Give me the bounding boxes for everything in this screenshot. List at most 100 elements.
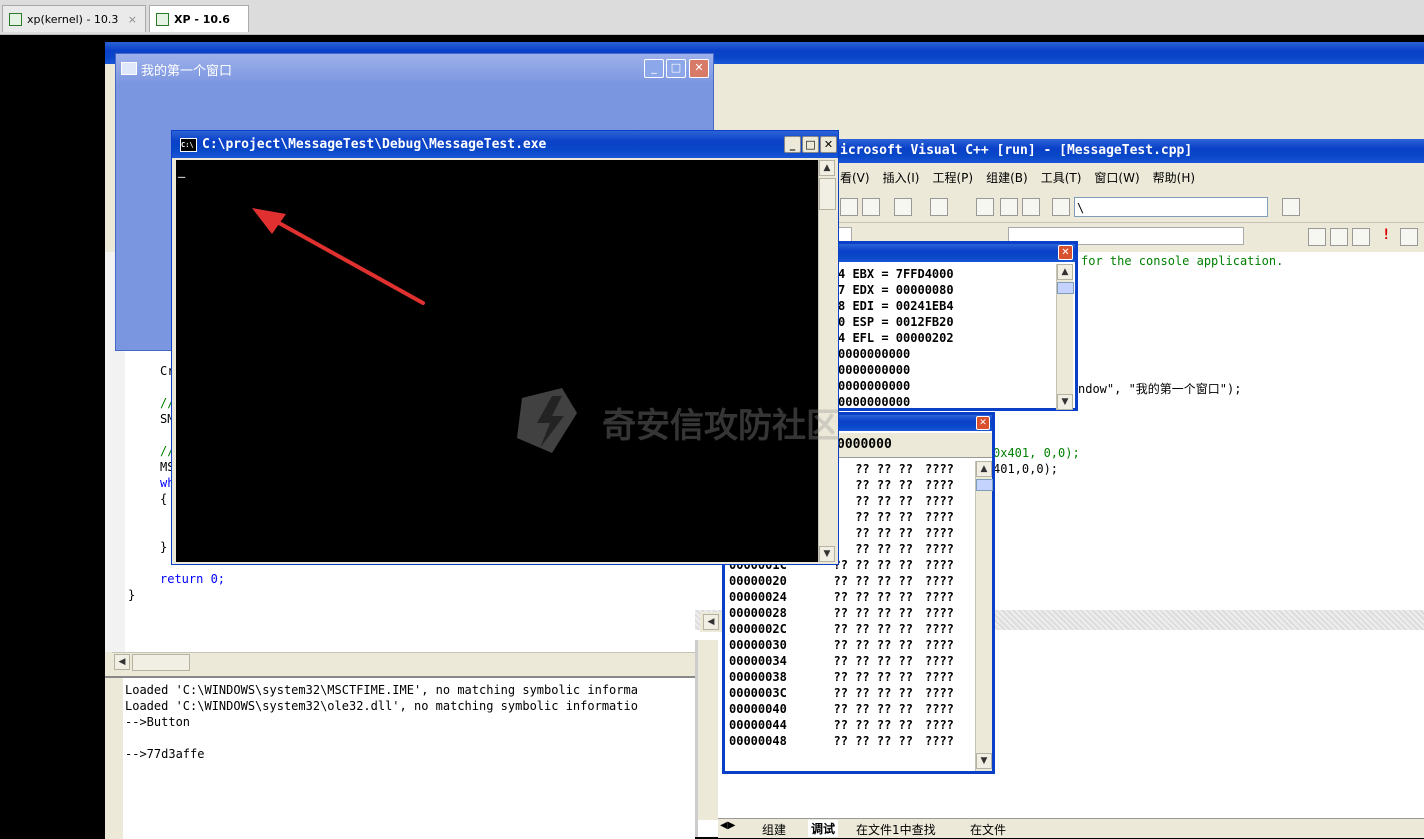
close-icon[interactable]: ✕ xyxy=(976,416,990,430)
console-cursor: _ xyxy=(178,164,186,178)
compile-icon[interactable] xyxy=(1308,228,1326,246)
stop-build-icon[interactable] xyxy=(1352,228,1370,246)
scroll-thumb[interactable] xyxy=(976,479,993,491)
maximize-icon[interactable]: □ xyxy=(666,59,686,78)
memory-address: 00000040 xyxy=(729,702,787,716)
paste-icon[interactable] xyxy=(862,198,880,216)
code-line-comment: for the console application. xyxy=(1081,254,1284,268)
memory-address: 0000003C xyxy=(729,686,787,700)
menu-insert[interactable]: 插入(I) xyxy=(883,171,920,185)
console-scrollbar[interactable]: ▲ ▼ xyxy=(818,160,836,562)
host-tab-xp-kernel[interactable]: xp(kernel) - 10.3 × xyxy=(2,5,146,32)
menu-project[interactable]: 工程(P) xyxy=(932,171,973,185)
vc-toolbar-1: \ xyxy=(838,192,1424,223)
console-window[interactable]: C:\ C:\project\MessageTest\Debug\Message… xyxy=(171,130,839,565)
host-tab-xp[interactable]: XP - 10.6 xyxy=(149,5,249,32)
memory-ascii: ???? xyxy=(925,590,954,604)
memory-ascii: ???? xyxy=(925,702,954,716)
scroll-left-icon[interactable]: ◀ xyxy=(703,614,719,630)
find-icon[interactable] xyxy=(1282,198,1300,216)
output-line: -->Button xyxy=(125,715,191,729)
memory-bytes: ?? ?? ?? ?? xyxy=(833,606,913,620)
minimize-icon[interactable]: _ xyxy=(644,59,664,78)
find-combo[interactable]: \ xyxy=(1074,197,1268,217)
workspace-icon[interactable] xyxy=(976,198,994,216)
vc-title: icrosoft Visual C++ [run] - [MessageTest… xyxy=(840,143,1193,158)
find-in-files-icon[interactable] xyxy=(1052,198,1070,216)
memory-row: 0000003C ?? ?? ?? ?????? xyxy=(729,685,954,701)
memory-ascii: ???? xyxy=(925,718,954,732)
memory-address-input[interactable]: 0000000 xyxy=(837,437,892,453)
memory-address: 00000030 xyxy=(729,638,787,652)
register-row: 0000000000 xyxy=(838,363,911,377)
memory-ascii: ???? xyxy=(925,462,954,476)
scroll-thumb[interactable] xyxy=(819,178,836,210)
registers-window: ✕ 4 EBX = 7FFD4000 7 EDX = 00000080 8 ED… xyxy=(838,241,1078,411)
output-icon[interactable] xyxy=(1000,198,1018,216)
memory-bytes: ?? ?? ?? ?? xyxy=(833,734,913,748)
close-icon[interactable]: ✕ xyxy=(820,136,837,153)
memory-ascii: ???? xyxy=(925,574,954,588)
scroll-up-icon[interactable]: ▲ xyxy=(976,461,992,477)
memory-row: 00000034 ?? ?? ?? ?????? xyxy=(729,653,954,669)
scroll-left-icon[interactable]: ◀ xyxy=(114,654,130,670)
build-icon[interactable] xyxy=(1330,228,1348,246)
memory-row: 00000040 ?? ?? ?? ?????? xyxy=(729,701,954,717)
maximize-icon[interactable]: □ xyxy=(802,136,819,153)
memory-address: 00000020 xyxy=(729,574,787,588)
close-icon[interactable]: ✕ xyxy=(689,59,709,78)
go-icon[interactable] xyxy=(1400,228,1418,246)
tab-debug[interactable]: 调试 xyxy=(808,820,839,837)
tab-find-in-files-2[interactable]: 在文件 xyxy=(970,821,1006,838)
memory-ascii: ???? xyxy=(925,622,954,636)
menu-build[interactable]: 组建(B) xyxy=(986,171,1028,185)
vc-menubar: 看(V) 插入(I) 工程(P) 组建(B) 工具(T) 窗口(W) 帮助(H) xyxy=(838,166,1424,190)
memory-bytes: ?? ?? ?? ?? xyxy=(833,590,913,604)
code-line-comment2: 0x401, 0,0); xyxy=(993,446,1080,460)
copy-icon[interactable] xyxy=(840,198,858,216)
memory-row: 0000002C ?? ?? ?? ?????? xyxy=(729,621,954,637)
output-right-gutter xyxy=(698,640,718,820)
memory-scrollbar[interactable]: ▲ ▼ xyxy=(975,461,993,771)
close-icon[interactable]: × xyxy=(128,6,137,33)
tab-find-in-files-1[interactable]: 在文件1中查找 xyxy=(856,821,936,838)
memory-ascii: ???? xyxy=(925,606,954,620)
editor-hscrollbar[interactable]: ◀ xyxy=(112,652,695,671)
memory-row: 00000020 ?? ?? ?? ?????? xyxy=(729,573,954,589)
menu-tools[interactable]: 工具(T) xyxy=(1041,171,1082,185)
menu-help[interactable]: 帮助(H) xyxy=(1153,171,1195,185)
execute-icon[interactable]: ! xyxy=(1382,227,1390,243)
memory-ascii: ???? xyxy=(925,734,954,748)
memory-ascii: ???? xyxy=(925,526,954,540)
tab-build[interactable]: 组建 xyxy=(762,821,786,838)
scroll-down-icon[interactable]: ▼ xyxy=(976,753,992,769)
close-icon[interactable]: ✕ xyxy=(1058,245,1073,260)
scroll-down-icon[interactable]: ▼ xyxy=(819,546,835,562)
output-pane[interactable]: Loaded 'C:\WINDOWS\system32\MSCTFIME.IME… xyxy=(105,676,695,839)
scroll-thumb[interactable] xyxy=(1057,282,1074,294)
code-line-return: return 0; xyxy=(160,572,226,586)
minimize-icon[interactable]: _ xyxy=(784,136,801,153)
code-line-createwindow: ndow", "我的第一个窗口"); xyxy=(1078,382,1242,396)
vm-icon xyxy=(9,13,22,26)
menu-view[interactable]: 看(V) xyxy=(840,171,870,185)
undo-icon[interactable] xyxy=(894,198,912,216)
scroll-left-button[interactable]: ◀ xyxy=(700,612,722,632)
registers-scrollbar[interactable]: ▲ ▼ xyxy=(1056,264,1074,410)
scroll-thumb[interactable] xyxy=(132,654,190,671)
tab-scroll-icon[interactable]: ◀▶ xyxy=(720,820,735,831)
memory-address: 0000002C xyxy=(729,622,787,636)
memory-ascii: ???? xyxy=(925,542,954,556)
scroll-up-icon[interactable]: ▲ xyxy=(1057,264,1073,280)
memory-ascii: ???? xyxy=(925,494,954,508)
scroll-down-icon[interactable]: ▼ xyxy=(1057,394,1073,410)
windows-icon[interactable] xyxy=(1022,198,1040,216)
redo-icon[interactable] xyxy=(930,198,948,216)
menu-window[interactable]: 窗口(W) xyxy=(1094,171,1139,185)
register-row: 0000000000 xyxy=(838,395,911,409)
memory-bytes: ?? ?? ?? ?? xyxy=(833,638,913,652)
output-line: Loaded 'C:\WINDOWS\system32\MSCTFIME.IME… xyxy=(125,683,638,697)
console-titlebar: C:\ C:\project\MessageTest\Debug\Message… xyxy=(172,131,838,158)
register-row: 4 EFL = 00000202 xyxy=(838,331,954,345)
scroll-up-icon[interactable]: ▲ xyxy=(819,160,835,176)
